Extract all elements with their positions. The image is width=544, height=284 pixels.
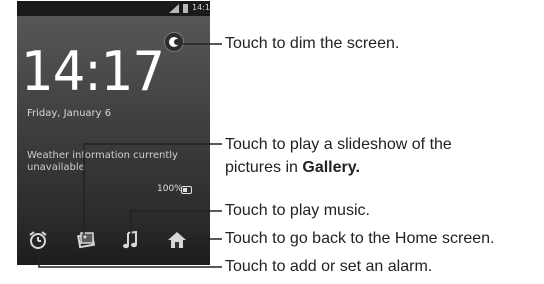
callout-slideshow-prefix: pictures in — [225, 159, 303, 176]
callout-slideshow-line2: pictures in Gallery. — [225, 157, 360, 179]
callout-dim: Touch to dim the screen. — [225, 35, 400, 52]
weather-info: Weather information currently unavailabl… — [27, 150, 178, 173]
battery-icon — [183, 4, 188, 13]
callout-alarm: Touch to add or set an alarm. — [225, 258, 433, 275]
status-bar: 14:17 — [17, 1, 210, 16]
clock: 14:17 — [21, 40, 165, 103]
dim-screen-button[interactable] — [164, 32, 184, 52]
music-icon[interactable] — [120, 229, 142, 251]
battery-percentage: 100% — [157, 184, 183, 194]
callout-music: Touch to play music. — [225, 202, 370, 219]
phone-screen: 14:17 14:17 Friday, January 6 Weather in… — [17, 1, 210, 265]
dim-icon — [169, 37, 180, 47]
callout-slideshow-gallery: Gallery. — [302, 159, 360, 176]
home-icon[interactable] — [166, 229, 188, 251]
callout-home: Touch to go back to the Home screen. — [225, 230, 495, 247]
gallery-icon[interactable] — [75, 229, 97, 251]
battery-level-icon — [181, 186, 192, 194]
callout-slideshow-line1: Touch to play a slideshow of the — [225, 136, 452, 153]
signal-icon — [169, 4, 179, 13]
alarm-icon[interactable] — [27, 229, 49, 251]
date: Friday, January 6 — [27, 108, 112, 119]
status-time: 14:17 — [192, 3, 210, 12]
